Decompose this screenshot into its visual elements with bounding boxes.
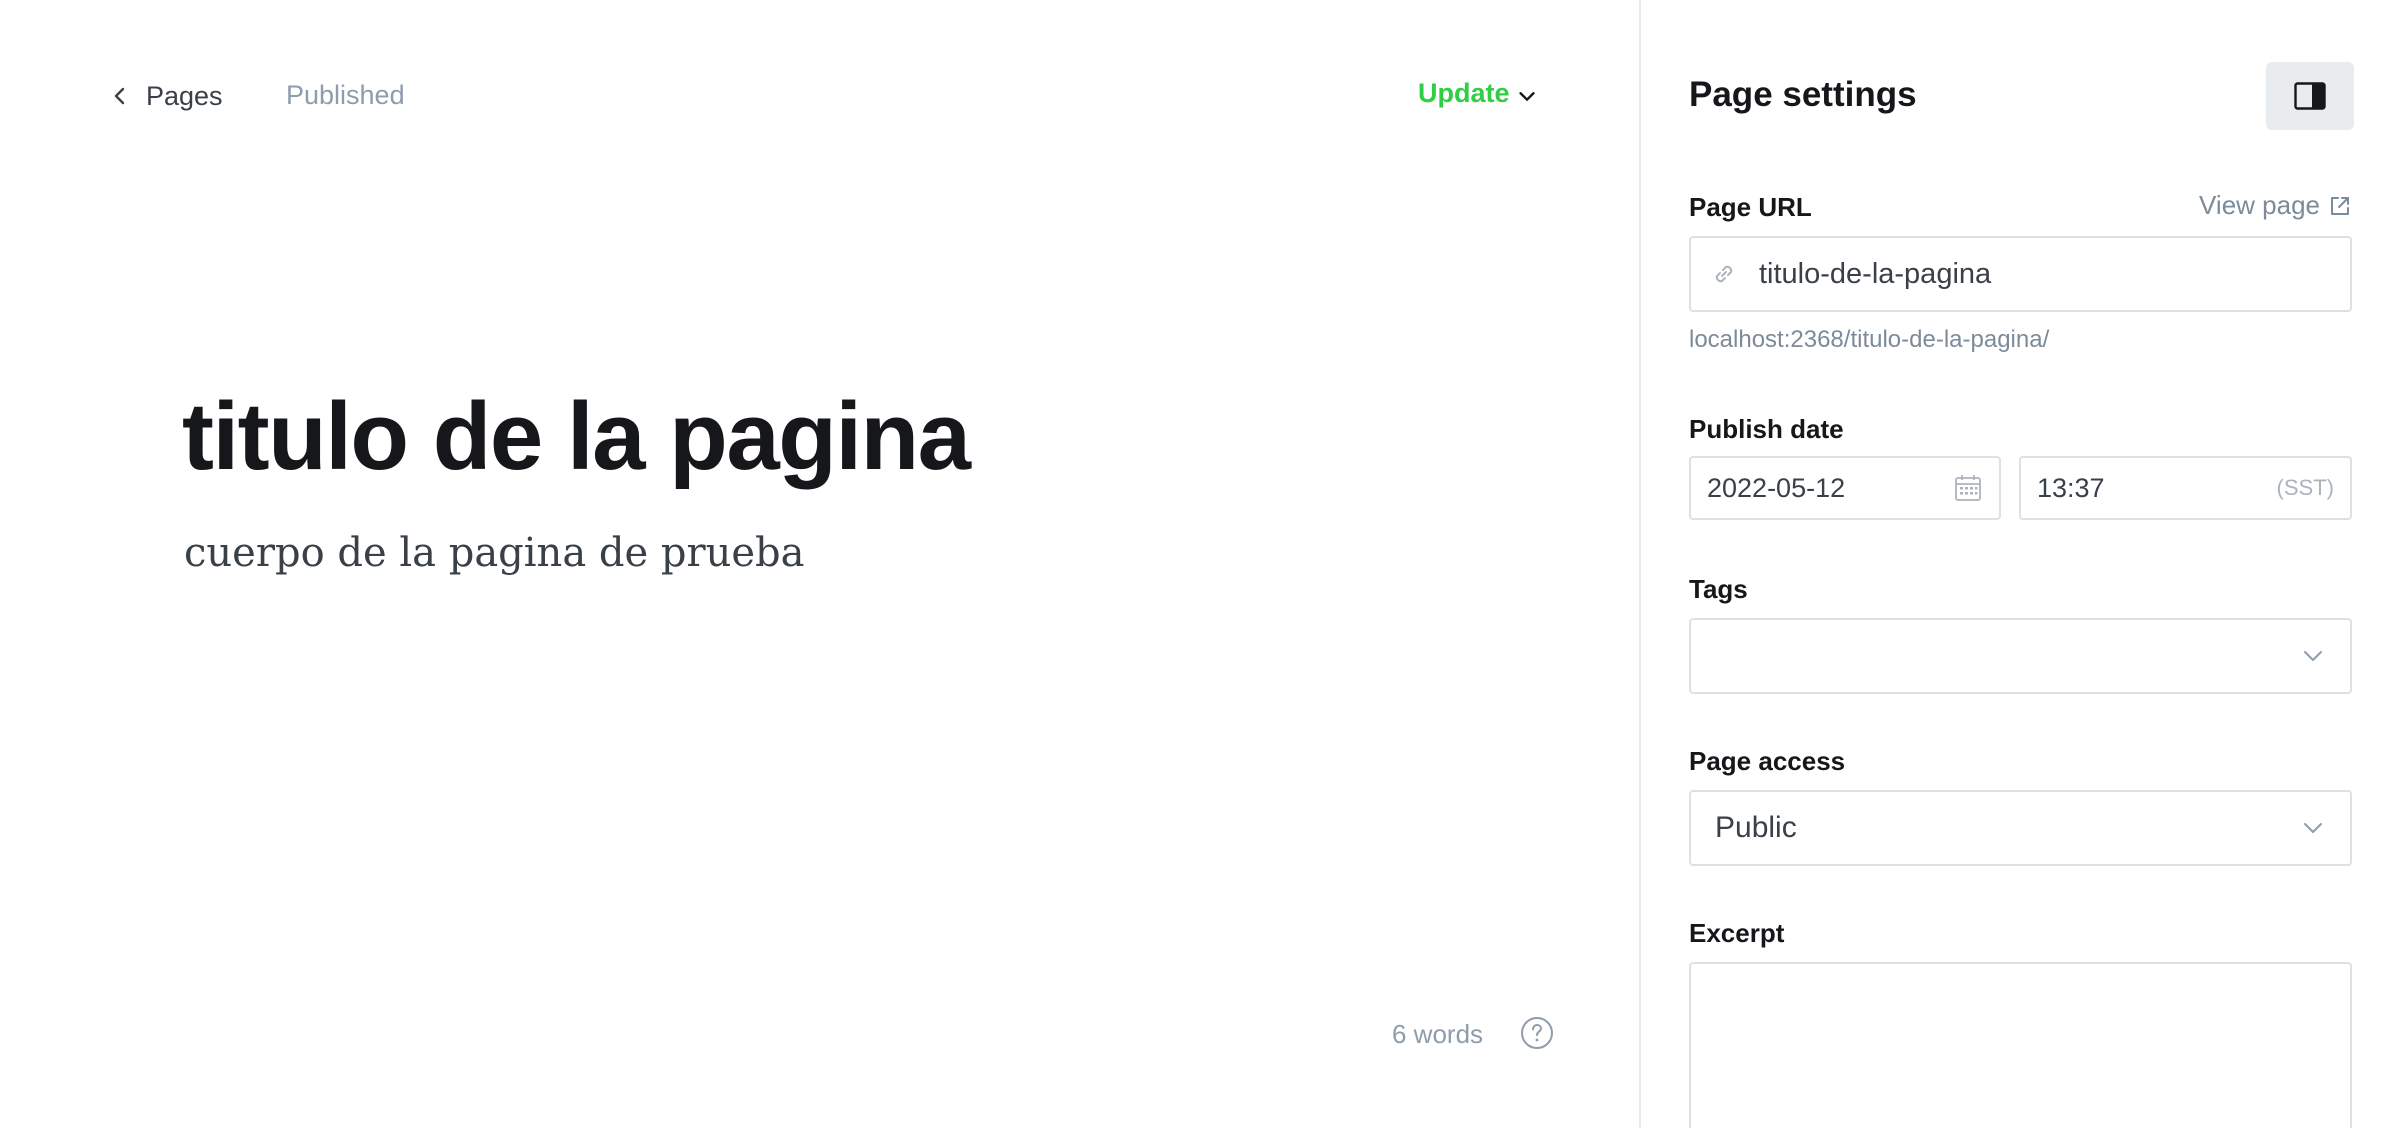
excerpt-textarea[interactable] (1689, 962, 2352, 1128)
page-access-value: Public (1715, 811, 1797, 844)
external-link-icon (2331, 196, 2349, 215)
back-to-pages-link[interactable]: Pages (108, 76, 223, 116)
page-url-input[interactable]: titulo-de-la-pagina (1689, 236, 2352, 312)
page-access-label: Page access (1689, 746, 1846, 776)
sidebar-toggle-icon (2294, 82, 2326, 110)
link-icon (1715, 265, 1733, 283)
page-access-select[interactable]: Public (1689, 790, 2352, 866)
editor-topbar: Pages Published Update (0, 0, 1640, 192)
update-button[interactable]: Update (1418, 78, 1538, 109)
calendar-icon (1955, 475, 1981, 501)
publish-date-input[interactable]: 2022-05-12 (1689, 456, 2001, 520)
chevron-left-icon (114, 87, 125, 105)
chevron-down-icon (1518, 91, 1535, 101)
settings-panel-toggle-button[interactable] (2266, 62, 2354, 130)
editor-area: Pages Published Update titulo de la pagi… (0, 0, 1640, 1128)
chevron-down-icon (2304, 823, 2322, 833)
tags-label: Tags (1689, 574, 1748, 604)
page-settings-panel: Page settings Page URL View page titulo-… (1639, 0, 2400, 1128)
page-url-label: Page URL (1689, 192, 1812, 222)
publish-time-value: 13:37 (2037, 472, 2105, 503)
view-page-link[interactable]: View page (2199, 190, 2352, 221)
question-circle-icon[interactable] (1520, 1016, 1554, 1050)
publish-time-input[interactable]: 13:37 (SST) (2019, 456, 2352, 520)
page-url-value: titulo-de-la-pagina (1759, 257, 1992, 290)
chevron-down-icon (2304, 651, 2322, 661)
back-link-label: Pages (146, 80, 223, 111)
tags-select[interactable] (1689, 618, 2352, 694)
post-status: Published (286, 80, 405, 110)
publish-date-label: Publish date (1689, 414, 1844, 444)
page-url-full: localhost:2368/titulo-de-la-pagina/ (1689, 326, 2050, 353)
timezone-label: (SST) (2276, 475, 2334, 500)
excerpt-label: Excerpt (1689, 918, 1785, 948)
view-page-label: View page (2199, 190, 2320, 220)
update-button-label: Update (1418, 78, 1510, 108)
post-title[interactable]: titulo de la pagina (182, 382, 971, 492)
publish-date-value: 2022-05-12 (1707, 472, 1846, 503)
word-count: 6 words (1392, 1019, 1484, 1049)
post-body[interactable]: cuerpo de la pagina de prueba (184, 530, 805, 576)
settings-title: Page settings (1689, 75, 1917, 114)
